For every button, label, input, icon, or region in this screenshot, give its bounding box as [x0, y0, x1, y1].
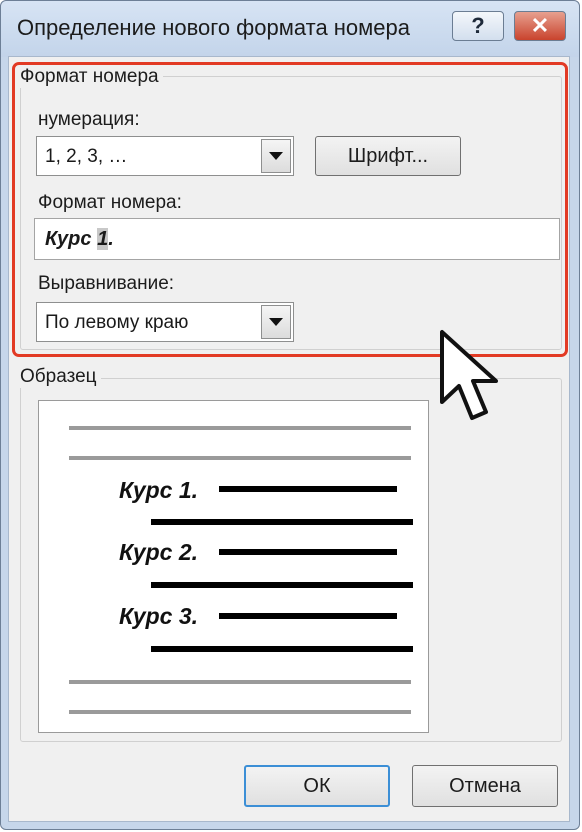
sample-item-1: Курс 1.	[119, 477, 199, 503]
help-icon: ?	[471, 13, 485, 38]
title-bar[interactable]: Определение нового формата номера ? ✕	[1, 1, 579, 57]
preview-rule	[69, 426, 411, 430]
preview-text-line	[151, 582, 413, 588]
sample-item-3: Курс 3.	[119, 603, 199, 629]
cancel-button[interactable]: Отмена	[412, 765, 558, 807]
preview-rule	[69, 456, 411, 460]
highlight-frame	[12, 62, 568, 357]
window-title: Определение нового формата номера	[17, 15, 411, 40]
preview-text-line	[219, 549, 397, 555]
ok-button[interactable]: ОК	[244, 765, 390, 807]
mouse-pointer-icon	[440, 330, 498, 420]
sample-item-2: Курс 2.	[119, 539, 199, 565]
close-button[interactable]: ✕	[514, 11, 566, 41]
preview-text-line	[219, 613, 397, 619]
sample-group-title: Образец	[20, 366, 101, 388]
sample-preview: Курс 1. Курс 2. Курс 3.	[38, 400, 429, 733]
preview-text-line	[219, 486, 397, 492]
preview-rule	[69, 680, 411, 684]
preview-text-line	[151, 519, 413, 525]
preview-rule	[69, 710, 411, 714]
help-button[interactable]: ?	[452, 11, 504, 41]
preview-text-line	[151, 646, 413, 652]
close-icon: ✕	[530, 13, 550, 38]
